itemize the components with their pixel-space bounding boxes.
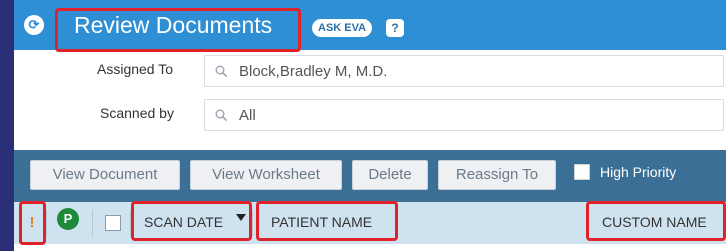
priority-highlight bbox=[19, 201, 46, 245]
patient-name-highlight bbox=[256, 201, 398, 241]
column-divider bbox=[92, 210, 93, 236]
high-priority-label: High Priority bbox=[600, 164, 677, 180]
ask-eva-button[interactable]: ASK EVA bbox=[312, 19, 373, 37]
view-worksheet-button[interactable]: View Worksheet bbox=[190, 160, 342, 190]
custom-name-highlight bbox=[586, 201, 726, 241]
filters-panel: Assigned To Block,Bradley M, M.D. Scanne… bbox=[14, 50, 726, 150]
search-icon bbox=[215, 65, 227, 77]
scan-date-highlight bbox=[131, 201, 252, 241]
scanned-by-label: Scanned by bbox=[100, 105, 174, 121]
delete-button[interactable]: Delete bbox=[352, 160, 428, 190]
table-body bbox=[14, 244, 726, 251]
assigned-to-value: Block,Bradley M, M.D. bbox=[239, 63, 388, 80]
reassign-to-button[interactable]: Reassign To bbox=[438, 160, 556, 190]
title-highlight bbox=[55, 8, 301, 52]
search-icon bbox=[215, 109, 227, 121]
document-icon: ⟳ bbox=[24, 15, 44, 35]
assigned-to-field[interactable]: Block,Bradley M, M.D. bbox=[204, 55, 724, 87]
assigned-to-label: Assigned To bbox=[97, 61, 174, 77]
high-priority-checkbox[interactable] bbox=[574, 164, 590, 180]
p-status-icon[interactable]: P bbox=[57, 208, 79, 230]
view-document-button[interactable]: View Document bbox=[30, 160, 180, 190]
review-documents-panel: ⟳ Review Documents ASK EVA ? Assigned To… bbox=[14, 0, 726, 251]
scanned-by-value: All bbox=[239, 107, 256, 124]
column-divider bbox=[46, 210, 47, 236]
column-divider bbox=[252, 210, 253, 236]
help-button[interactable]: ? bbox=[386, 19, 404, 37]
scanned-by-field[interactable]: All bbox=[204, 99, 724, 131]
select-all-checkbox[interactable] bbox=[105, 215, 121, 231]
